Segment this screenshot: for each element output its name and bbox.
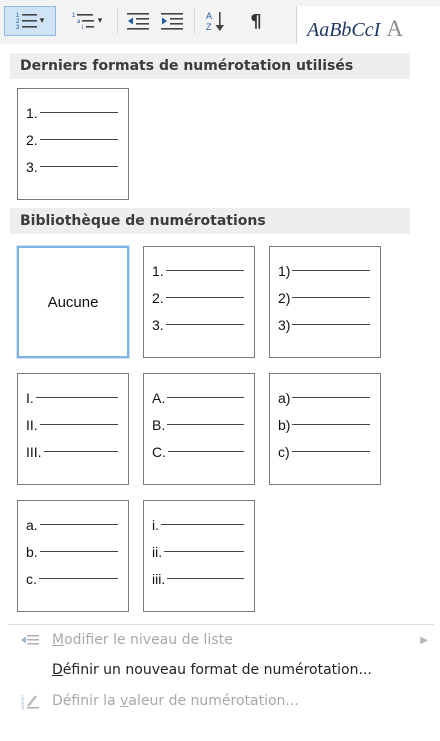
numbering-none-tile[interactable]: Aucune: [17, 246, 129, 358]
style-preview-next-text: A: [386, 16, 403, 41]
list-marker: 2.: [152, 289, 164, 306]
list-marker: ii.: [152, 543, 163, 560]
numbering-format-tile[interactable]: i. ii. iii.: [143, 500, 255, 612]
multilevel-list-icon: 1 a i: [72, 13, 94, 31]
ribbon-separator: [194, 8, 195, 34]
list-marker: a.: [26, 516, 38, 533]
define-new-number-format-item[interactable]: Définir un nouveau format de numérotatio…: [8, 656, 434, 684]
list-marker: B.: [152, 416, 166, 433]
list-marker: I.: [26, 389, 34, 406]
svg-text:1: 1: [72, 13, 76, 19]
list-marker: 1): [278, 262, 291, 279]
numbering-format-tile[interactable]: a. b. c.: [17, 500, 129, 612]
list-marker: c): [278, 443, 290, 460]
sort-az-icon: A Z: [206, 11, 224, 32]
svg-text:i: i: [82, 25, 83, 31]
show-formatting-button[interactable]: ¶: [240, 6, 272, 36]
list-marker: II.: [26, 416, 38, 433]
numbering-dropdown: Derniers formats de numérotation utilisé…: [0, 44, 440, 741]
set-numbering-value-item[interactable]: 1 2 3 Définir la valeur de numérotation.…: [8, 687, 434, 715]
chevron-down-icon: ▾: [97, 16, 103, 26]
numbering-format-tile[interactable]: A. B. C.: [143, 373, 255, 485]
numbering-icon: 1 2 3: [16, 13, 37, 31]
numbering-format-tile[interactable]: 1. 2. 3.: [143, 246, 255, 358]
list-marker: 3): [278, 316, 291, 333]
list-marker: 2): [278, 289, 291, 306]
list-marker: 2.: [26, 131, 38, 148]
change-list-level-icon: [8, 633, 52, 647]
svg-text:a: a: [77, 19, 81, 25]
define-new-number-format-label: Définir un nouveau format de numérotatio…: [52, 662, 372, 678]
menu-divider: [8, 624, 434, 625]
decrease-indent-icon: [127, 13, 149, 30]
numbering-format-tile[interactable]: a) b) c): [269, 373, 381, 485]
numbering-format-tile[interactable]: I. II. III.: [17, 373, 129, 485]
pilcrow-icon: ¶: [250, 10, 262, 32]
change-list-level-label: Modifier le niveau de liste: [52, 632, 233, 648]
svg-text:3: 3: [21, 705, 25, 709]
decrease-indent-button[interactable]: [122, 6, 154, 36]
none-label: Aucune: [47, 293, 99, 311]
svg-text:A: A: [206, 11, 212, 21]
styles-gallery-preview[interactable]: AaBbCcI A: [296, 6, 440, 44]
list-marker: A.: [152, 389, 166, 406]
multilevel-list-button[interactable]: 1 a i ▾: [60, 6, 114, 36]
submenu-arrow-icon: ▶: [420, 634, 428, 646]
set-numbering-value-label: Définir la valeur de numérotation...: [52, 693, 299, 709]
list-marker: 3.: [26, 158, 38, 175]
section-header-library: Bibliothèque de numérotations: [10, 208, 410, 234]
numbering-format-tile[interactable]: 1. 2. 3.: [17, 88, 129, 200]
list-marker: 1.: [26, 104, 38, 121]
numbering-button[interactable]: 1 2 3 ▾: [4, 6, 56, 36]
ribbon-paragraph-group: 1 2 3 ▾ 1 a i ▾ A Z ¶ AaBbCcI A: [0, 0, 440, 44]
list-marker: 3.: [152, 316, 164, 333]
change-list-level-item[interactable]: Modifier le niveau de liste ▶: [8, 626, 434, 654]
list-marker: i.: [152, 516, 159, 533]
list-marker: b): [278, 416, 291, 433]
svg-text:Z: Z: [206, 22, 212, 32]
increase-indent-icon: [161, 13, 183, 30]
list-marker: III.: [26, 443, 42, 460]
style-preview-text: AaBbCcI: [307, 19, 381, 41]
list-marker: iii.: [152, 570, 166, 587]
list-marker: a): [278, 389, 291, 406]
list-marker: C.: [152, 443, 166, 460]
list-marker: c.: [26, 570, 37, 587]
increase-indent-button[interactable]: [156, 6, 188, 36]
set-numbering-value-icon: 1 2 3: [8, 693, 52, 709]
svg-text:3: 3: [16, 25, 20, 31]
list-marker: 1.: [152, 262, 164, 279]
numbering-format-tile[interactable]: 1) 2) 3): [269, 246, 381, 358]
sort-button[interactable]: A Z: [200, 6, 232, 36]
chevron-down-icon: ▾: [39, 16, 45, 26]
ribbon-separator: [117, 8, 118, 34]
list-marker: b.: [26, 543, 38, 560]
section-header-recent: Derniers formats de numérotation utilisé…: [10, 53, 410, 79]
